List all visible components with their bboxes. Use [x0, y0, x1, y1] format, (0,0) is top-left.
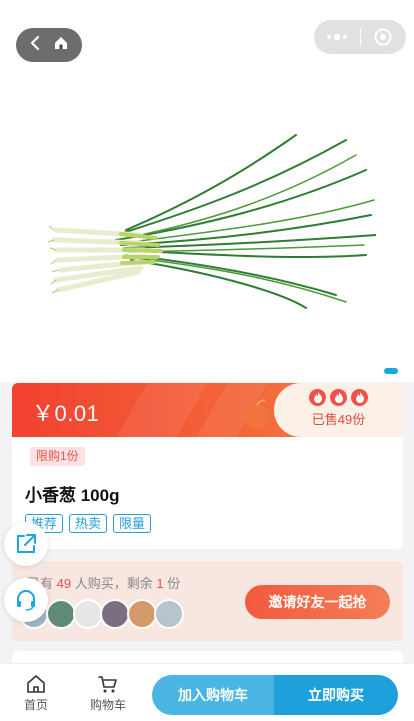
tag-hot: 热卖	[69, 514, 108, 533]
tab-home-label: 首页	[23, 698, 48, 712]
avatar	[100, 599, 130, 629]
avatar	[154, 599, 184, 629]
chevron-left-icon[interactable]	[29, 35, 43, 56]
product-title: 小香葱 100g	[25, 486, 120, 505]
group-buy-card: 已有 49 人购买，剩余 1 份 邀请好友一起抢	[12, 561, 403, 641]
buyers-middle: 人购买，剩余	[74, 576, 153, 591]
home-icon	[27, 675, 45, 693]
avatar	[127, 599, 157, 629]
remaining-suffix: 份	[167, 576, 181, 591]
nav-pill	[16, 28, 82, 62]
bottom-action-bar: 首页 购物车 加入购物车 立即购买	[0, 663, 414, 721]
tag-limited: 限量	[113, 514, 152, 533]
share-button[interactable]	[4, 522, 48, 566]
miniprogram-capsule	[314, 20, 406, 54]
product-info-card: ￥0.01 已售49份 限购1份 小香葱 100g 推荐 热卖 限量	[12, 383, 403, 549]
fire-icon	[351, 389, 368, 406]
fruit-icon	[245, 399, 269, 429]
sold-count: 已售49份	[311, 412, 366, 427]
group-buy-summary: 已有 49 人购买，剩余 1 份	[27, 573, 180, 592]
avatar	[46, 599, 76, 629]
remaining-count: 1	[156, 576, 164, 591]
fire-icon	[309, 389, 326, 406]
spring-onion-image	[47, 134, 376, 309]
product-detail-page: ￥0.01 已售49份 限购1份 小香葱 100g 推荐 热卖 限量 49 人购…	[0, 0, 414, 721]
tab-cart-label: 购物车	[89, 698, 126, 712]
fire-icon	[330, 389, 347, 406]
product-tags: 推荐 热卖 限量	[25, 514, 152, 533]
invite-friends-button[interactable]: 邀请好友一起抢	[245, 585, 390, 619]
purchase-buttons: 加入购物车 立即购买	[152, 675, 398, 715]
cart-icon	[98, 676, 117, 693]
home-icon[interactable]	[53, 35, 69, 56]
headset-icon	[17, 590, 35, 611]
carousel-indicator[interactable]	[384, 368, 398, 374]
more-dots-icon[interactable]	[314, 20, 360, 54]
buyers-count: 49	[56, 576, 72, 591]
add-to-cart-button[interactable]: 加入购物车	[152, 675, 274, 715]
product-price: ￥0.01	[32, 401, 100, 426]
tab-home[interactable]: 首页	[14, 674, 58, 713]
share-icon	[17, 534, 36, 553]
target-circle-icon[interactable]	[361, 20, 407, 54]
buy-now-button[interactable]: 立即购买	[274, 675, 398, 715]
tab-cart[interactable]: 购物车	[86, 674, 130, 713]
avatar	[73, 599, 103, 629]
decorative-stripe	[116, 383, 208, 437]
customer-service-button[interactable]	[4, 578, 48, 622]
sold-count-box: 已售49份	[274, 383, 403, 437]
purchase-limit-badge: 限购1份	[30, 447, 85, 466]
